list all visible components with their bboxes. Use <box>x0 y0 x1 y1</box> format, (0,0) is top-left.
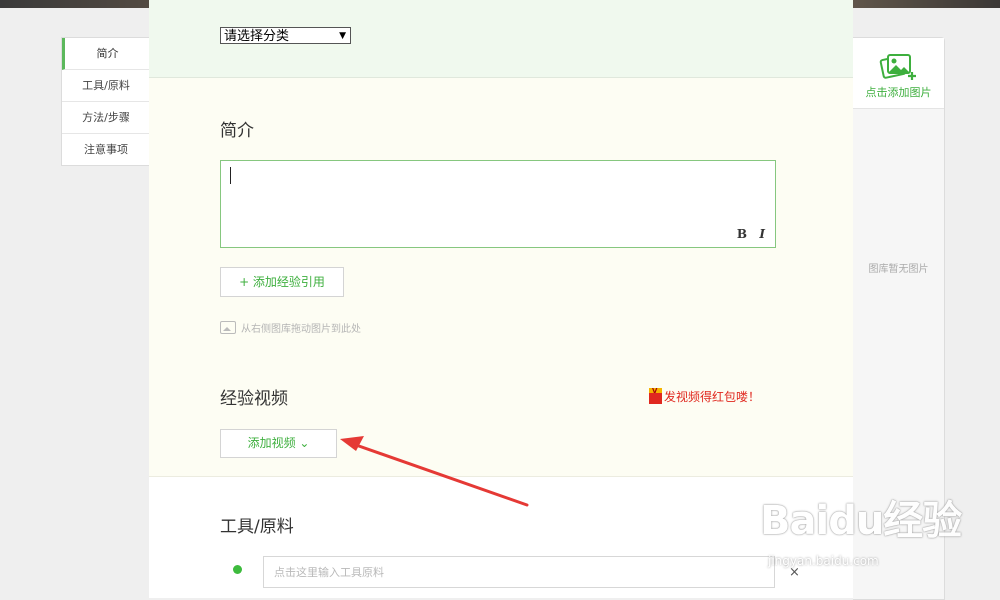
add-reference-button[interactable]: + 添加经验引用 <box>220 267 344 297</box>
add-image-icon <box>879 54 916 80</box>
watermark-brand: Baidu经验 <box>760 498 962 544</box>
tools-input[interactable] <box>263 556 775 588</box>
nav-item-tools[interactable]: 工具/原料 <box>62 70 150 102</box>
dropdown-arrow-icon: ▼ <box>339 31 346 41</box>
add-image-label: 点击添加图片 <box>865 86 932 99</box>
video-promo-link[interactable]: V 发视频得红包喽！ <box>649 387 761 405</box>
drag-hint-text: 从右侧图库拖动图片到此处 <box>241 324 361 335</box>
category-select[interactable]: 请选择分类 ▼ <box>220 27 351 44</box>
nav-item-steps[interactable]: 方法/步骤 <box>62 102 150 134</box>
bold-button[interactable]: B <box>737 227 747 241</box>
intro-title: 简介 <box>220 121 254 141</box>
bullet-dot-icon <box>233 565 242 574</box>
category-select-value: 请选择分类 <box>224 29 290 44</box>
tools-title: 工具/原料 <box>220 517 294 537</box>
drag-image-hint: 从右侧图库拖动图片到此处 <box>220 320 361 335</box>
baidu-watermark: Baidu经验 jingyan.baidu.com <box>760 488 962 568</box>
image-icon <box>220 321 236 334</box>
add-video-button[interactable]: 添加视频 ⌄ <box>220 429 337 458</box>
intro-section: 简介 B I + 添加经验引用 从右侧图库拖动图片到此处 经验视频 V 发视频得红… <box>149 78 853 477</box>
gallery-empty-text: 图库暂无图片 <box>868 264 929 275</box>
intro-editor[interactable]: B I <box>220 160 776 248</box>
nav-item-notes[interactable]: 注意事项 <box>62 134 150 165</box>
add-image-button[interactable]: 点击添加图片 <box>853 38 944 109</box>
italic-button[interactable]: I <box>759 227 765 241</box>
promo-text: 发视频得红包喽！ <box>664 390 761 404</box>
video-title: 经验视频 <box>220 389 288 409</box>
red-envelope-icon: V <box>649 387 662 404</box>
text-caret <box>230 167 231 184</box>
category-section: 请选择分类 ▼ <box>149 0 853 78</box>
left-section-nav: 简介 工具/原料 方法/步骤 注意事项 <box>61 37 150 166</box>
annotation-arrow <box>340 436 529 507</box>
watermark-url: jingyan.baidu.com <box>768 554 879 568</box>
nav-item-intro[interactable]: 简介 <box>62 38 150 70</box>
